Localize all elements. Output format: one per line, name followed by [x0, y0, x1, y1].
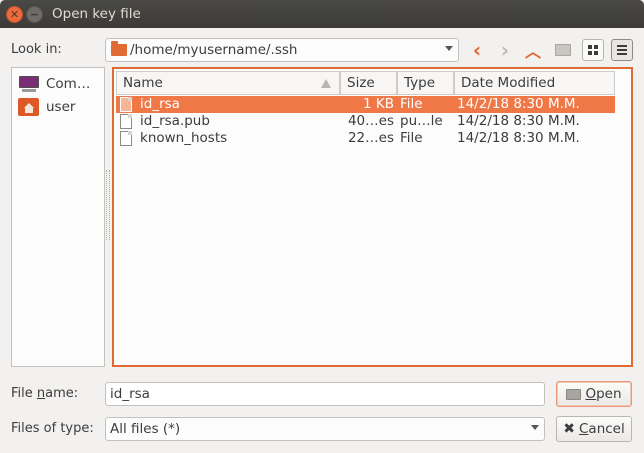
file-date: 14/2/18 8:30 M.M. [457, 96, 580, 112]
file-type-combo[interactable]: All files (*) [105, 417, 545, 441]
file-name: id_rsa [140, 96, 180, 112]
file-list: Name Size Type Date Modified id_rsa 1 KB… [112, 67, 633, 367]
sidebar-item-user[interactable]: user [18, 95, 104, 119]
file-size: 1 KB [363, 96, 394, 112]
file-size: 40…es [347, 113, 394, 129]
grid-view-icon [588, 45, 598, 55]
window-title: Open key file [52, 6, 141, 22]
back-arrow-icon: ‹ [472, 38, 482, 62]
open-folder-icon [566, 388, 582, 400]
forward-button[interactable]: › [494, 38, 516, 62]
file-type: File [400, 96, 423, 112]
file-row-id-rsa-pub[interactable]: id_rsa.pub 40…es pu…le 14/2/18 8:30 M.M. [116, 113, 615, 130]
file-type: File [400, 130, 423, 146]
file-row-known-hosts[interactable]: known_hosts 22…es File 14/2/18 8:30 M.M. [116, 130, 615, 147]
minimize-icon[interactable]: − [26, 6, 43, 23]
forward-arrow-icon: › [500, 38, 510, 62]
file-size: 22…es [347, 130, 394, 146]
file-row-id-rsa[interactable]: id_rsa 1 KB File 14/2/18 8:30 M.M. [116, 96, 615, 113]
column-name[interactable]: Name [116, 71, 340, 95]
file-type: pu…le [400, 113, 443, 129]
icon-view-button[interactable] [582, 39, 604, 61]
new-folder-icon [555, 44, 571, 56]
detail-view-button[interactable] [611, 39, 633, 61]
chevron-down-icon [531, 425, 539, 430]
cancel-button[interactable]: ✖ Cancel [556, 416, 632, 442]
home-folder-icon [18, 98, 39, 116]
column-date-modified[interactable]: Date Modified [454, 71, 615, 95]
file-name-label: File name: [11, 386, 79, 401]
file-name: known_hosts [140, 130, 228, 146]
file-type-label: Files of type: [11, 421, 94, 436]
file-date: 14/2/18 8:30 M.M. [457, 130, 580, 146]
column-size[interactable]: Size [340, 71, 397, 95]
cancel-icon: ✖ [563, 421, 575, 437]
file-date: 14/2/18 8:30 M.M. [457, 113, 580, 129]
sort-ascending-icon [321, 79, 331, 88]
file-name-input[interactable]: id_rsa [105, 382, 545, 406]
sidebar-item-label: Com… [46, 76, 91, 92]
look-in-label: Look in: [11, 42, 62, 57]
sidebar-splitter[interactable] [106, 170, 110, 240]
column-header: Name Size Type Date Modified [116, 71, 629, 95]
file-icon [120, 114, 132, 129]
places-sidebar: Com… user [11, 67, 105, 367]
column-type[interactable]: Type [397, 71, 454, 95]
cancel-button-label: Cancel [578, 421, 625, 437]
path-value: /home/myusername/.ssh [130, 42, 298, 58]
open-button-label: Open [585, 386, 622, 402]
computer-icon [18, 76, 40, 92]
chevron-down-icon [445, 46, 453, 51]
parent-folder-button[interactable]: ︿ [522, 39, 544, 61]
back-button[interactable]: ‹ [466, 38, 488, 62]
file-type-value: All files (*) [110, 421, 181, 437]
new-folder-button[interactable] [552, 39, 574, 61]
open-button[interactable]: Open [556, 381, 632, 407]
folder-icon [111, 41, 127, 56]
list-view-icon [617, 45, 627, 55]
file-icon [120, 131, 132, 146]
file-icon [120, 97, 132, 112]
title-bar: ✕ − Open key file [0, 0, 644, 28]
sidebar-item-label: user [46, 99, 76, 115]
sidebar-item-computer[interactable]: Com… [18, 72, 104, 96]
up-arrow-icon: ︿ [524, 42, 541, 61]
file-name: id_rsa.pub [140, 113, 210, 129]
path-combo[interactable]: /home/myusername/.ssh [105, 38, 459, 62]
close-icon[interactable]: ✕ [6, 6, 23, 23]
